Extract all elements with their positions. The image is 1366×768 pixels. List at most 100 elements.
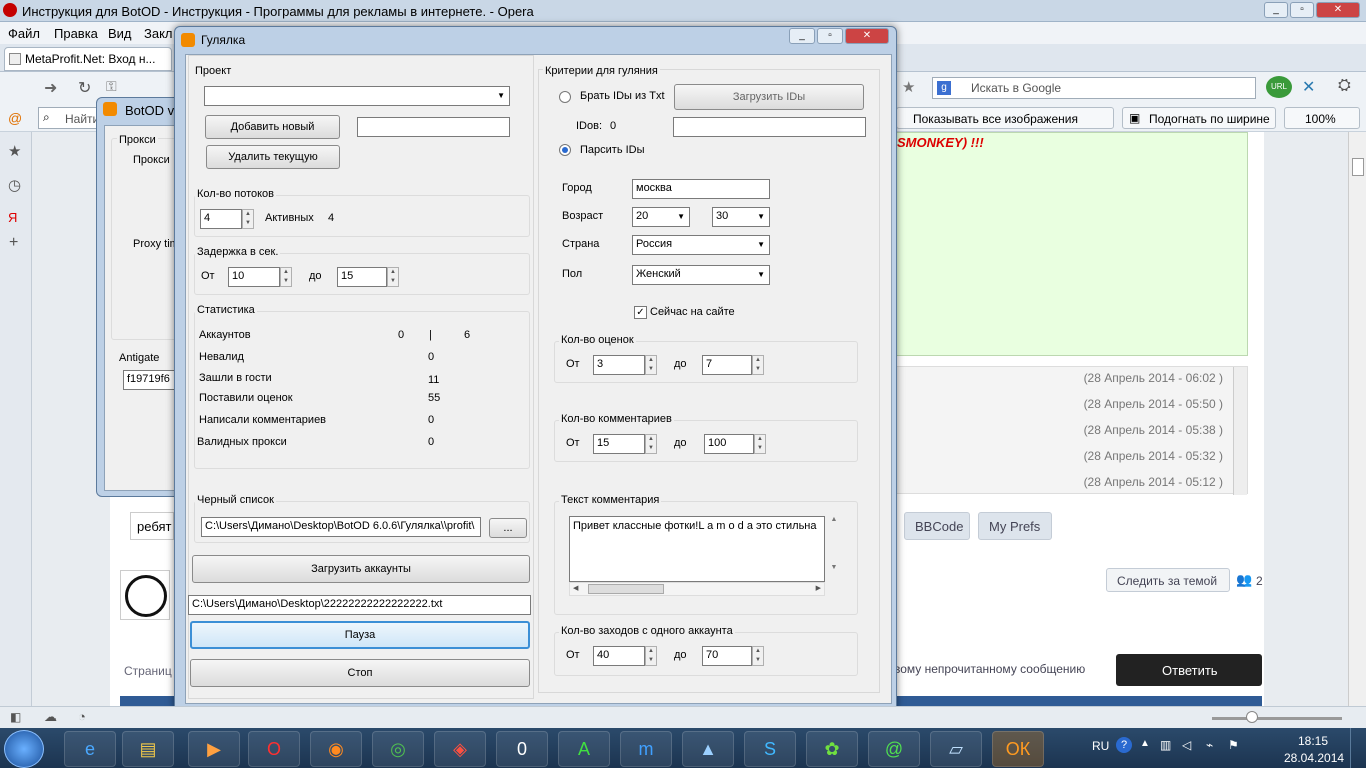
odnoklassniki-icon[interactable]: ОК: [992, 731, 1044, 767]
comment-textarea[interactable]: Привет классные фотки!L a m o d a это ст…: [569, 516, 825, 582]
clock-time[interactable]: 18:15: [1298, 734, 1328, 748]
age-to-select[interactable]: 30 ▼: [712, 207, 770, 227]
forward-icon[interactable]: ➜: [44, 78, 57, 98]
tab-metaprofit[interactable]: MetaProfit.Net: Вход н...: [4, 47, 172, 71]
accounts-path-input[interactable]: C:\Users\Димано\Desktop\2222222222222222…: [188, 595, 531, 615]
comments-from-input[interactable]: 15: [593, 434, 645, 454]
menu-edit[interactable]: Правка: [54, 26, 98, 41]
tools-icon[interactable]: ✕: [1302, 77, 1315, 97]
unread-link[interactable]: вому непрочитанному сообщению: [894, 662, 1085, 676]
ratings-to-stepper[interactable]: ▲ ▼: [752, 355, 764, 375]
online-checkbox[interactable]: ✓: [634, 306, 647, 319]
project-select[interactable]: ▼: [204, 86, 510, 106]
fit-width-button[interactable]: ▣ Подогнать по ширине: [1122, 107, 1276, 129]
ratings-from-stepper[interactable]: ▲ ▼: [645, 355, 657, 375]
bookmarks-star-icon[interactable]: ★: [8, 142, 21, 160]
load-accounts-button[interactable]: Загрузить аккаунты: [192, 555, 530, 583]
yandex-icon[interactable]: Я: [8, 210, 17, 225]
find-field[interactable]: ⌕ Найти: [38, 107, 102, 129]
load-ids-button[interactable]: Загрузить IDы: [674, 84, 864, 110]
delete-project-button[interactable]: Удалить текущую: [206, 145, 340, 169]
menu-view[interactable]: Вид: [108, 26, 132, 41]
zoom-slider-handle[interactable]: [1246, 711, 1258, 723]
media-player-icon[interactable]: ▶: [188, 731, 240, 767]
extension-icon[interactable]: ⛭: [1338, 77, 1351, 95]
comment-vscroll[interactable]: ▲ ▼: [827, 516, 841, 582]
key-icon[interactable]: ⚿: [106, 78, 117, 95]
delay-from-stepper[interactable]: ▲ ▼: [280, 267, 292, 287]
dialog-close-button[interactable]: ✕: [845, 28, 889, 44]
app-triangle-icon[interactable]: ▲: [682, 731, 734, 767]
maxthon-icon[interactable]: m: [620, 731, 672, 767]
age-from-select[interactable]: 20 ▼: [632, 207, 690, 227]
star-icon[interactable]: ★: [902, 78, 915, 96]
opera-next-icon[interactable]: 0: [496, 731, 548, 767]
hscroll-thumb[interactable]: [588, 584, 664, 594]
parse-ids-radio[interactable]: [559, 144, 571, 156]
visits-to-stepper[interactable]: ▲ ▼: [752, 646, 764, 666]
threads-stepper[interactable]: ▲ ▼: [242, 209, 254, 229]
hscroll-left-icon[interactable]: ◀: [573, 584, 578, 592]
page-scrollbar[interactable]: [1348, 132, 1366, 706]
history-icon[interactable]: ◷: [8, 176, 21, 194]
zoom-control[interactable]: 100%: [1284, 107, 1360, 129]
mail-agent-icon[interactable]: @: [868, 731, 920, 767]
url-icon[interactable]: URL: [1266, 76, 1292, 98]
add-panel-icon[interactable]: +: [9, 234, 18, 252]
visits-from-stepper[interactable]: ▲ ▼: [645, 646, 657, 666]
volume-icon[interactable]: ◁: [1182, 738, 1191, 752]
skype-icon[interactable]: S: [744, 731, 796, 767]
blacklist-path-input[interactable]: C:\Users\Димано\Desktop\BotOD 6.0.6\Гуля…: [201, 517, 481, 537]
clock-date[interactable]: 28.04.2014: [1284, 751, 1344, 765]
explorer-icon[interactable]: ▤: [122, 731, 174, 767]
notes-icon[interactable]: ▱: [930, 731, 982, 767]
browse-button[interactable]: ...: [489, 518, 527, 538]
dialog-minimize-button[interactable]: _: [789, 28, 815, 44]
dialog-maximize-button[interactable]: ▫: [817, 28, 843, 44]
network-icon[interactable]: ▥: [1160, 738, 1171, 752]
reload-icon[interactable]: ↻: [78, 78, 91, 98]
minimize-button[interactable]: _: [1264, 2, 1288, 18]
add-project-button[interactable]: Добавить новый: [205, 115, 340, 139]
take-ids-radio[interactable]: [559, 91, 571, 103]
close-button[interactable]: ✕: [1316, 2, 1360, 18]
date-scrollbar[interactable]: [1233, 367, 1247, 495]
visits-from-input[interactable]: 40: [593, 646, 645, 666]
comment-hscroll[interactable]: ◀ ▶: [569, 582, 825, 596]
pause-button[interactable]: Пауза: [190, 621, 530, 649]
ids-input[interactable]: [673, 117, 866, 137]
yandex-browser-icon[interactable]: ◈: [434, 731, 486, 767]
country-select[interactable]: Россия ▼: [632, 235, 770, 255]
maximize-button[interactable]: ▫: [1290, 2, 1314, 18]
flag-icon[interactable]: ⚑: [1228, 738, 1239, 752]
threads-input[interactable]: 4: [200, 209, 242, 229]
show-images-button[interactable]: Показывать все изображения: [896, 107, 1114, 129]
start-button[interactable]: [4, 730, 44, 768]
city-input[interactable]: москва: [632, 179, 770, 199]
scroll-thumb[interactable]: [1352, 158, 1364, 176]
language-indicator[interactable]: RU: [1092, 739, 1109, 753]
bbcode-button[interactable]: BBCode: [904, 512, 970, 540]
stop-button[interactable]: Стоп: [190, 659, 530, 687]
reply-button[interactable]: Ответить: [1116, 654, 1262, 686]
speed-icon[interactable]: ◔: [78, 709, 86, 724]
hscroll-right-icon[interactable]: ▶: [816, 584, 821, 592]
menu-file[interactable]: Файл: [8, 26, 40, 41]
comments-to-input[interactable]: 100: [704, 434, 754, 454]
delay-to-stepper[interactable]: ▲ ▼: [387, 267, 399, 287]
sex-select[interactable]: Женский ▼: [632, 265, 770, 285]
ie-icon[interactable]: e: [64, 731, 116, 767]
ratings-from-input[interactable]: 3: [593, 355, 645, 375]
reply-input[interactable]: ребят: [130, 512, 174, 540]
menu-bookmarks[interactable]: Закл: [144, 26, 173, 41]
panel-toggle-icon[interactable]: ◧: [10, 710, 21, 724]
ratings-to-input[interactable]: 7: [702, 355, 752, 375]
follow-topic-button[interactable]: Следить за темой: [1106, 568, 1230, 592]
help-icon[interactable]: ?: [1116, 737, 1132, 753]
mail-icon[interactable]: @: [8, 110, 22, 126]
opera-icon[interactable]: O: [248, 731, 300, 767]
new-project-input[interactable]: [357, 117, 510, 137]
my-prefs-button[interactable]: My Prefs: [978, 512, 1052, 540]
app-a-icon[interactable]: A: [558, 731, 610, 767]
delay-from-input[interactable]: 10: [228, 267, 280, 287]
